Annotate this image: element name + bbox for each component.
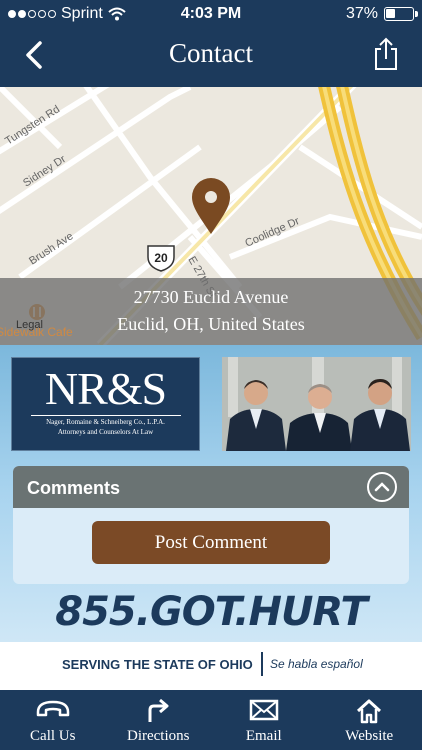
map-legal-link[interactable]: Legal: [16, 312, 43, 339]
tab-directions[interactable]: Directions: [106, 690, 212, 750]
battery-icon: [384, 7, 418, 21]
serving-banner: SERVING THE STATE OF OHIO Se habla españ…: [0, 642, 422, 690]
tab-label: Email: [245, 728, 282, 744]
tab-call-us[interactable]: Call Us: [0, 690, 106, 750]
battery-level: [386, 9, 395, 18]
tab-label: Website: [345, 728, 394, 744]
status-bar: Sprint 4:03 PM 37%: [0, 0, 422, 28]
content-area: NR&S Nager, Romaine & Schneiberg Co., L.…: [0, 345, 422, 642]
street-label: Brush Ave: [27, 230, 75, 267]
spanish-text: Se habla español: [270, 657, 363, 671]
location-map[interactable]: Tungsten Rd Sidney Dr Brush Ave Coolidge…: [0, 87, 422, 345]
app-header: Sprint 4:03 PM 37% Contact: [0, 0, 422, 87]
directions-arrow-icon: [148, 698, 169, 722]
logo-divider: [30, 415, 181, 416]
page-title: Contact: [169, 38, 253, 68]
comments-title: Comments: [27, 478, 121, 498]
comments-panel: Comments Post Comment: [13, 466, 409, 584]
attorneys-photo: [222, 357, 411, 451]
tab-label: Directions: [127, 728, 190, 744]
envelope-icon: [249, 699, 278, 721]
address-line-1: 27730 Euclid Avenue: [133, 287, 289, 307]
tab-email[interactable]: Email: [211, 690, 317, 750]
route-shield-number: 20: [154, 251, 168, 265]
battery-status: 37%: [345, 5, 418, 23]
serving-text: SERVING THE STATE OF OHIO: [62, 657, 253, 672]
bottom-tab-bar: Call Us Directions Email Website: [0, 690, 422, 750]
tab-website[interactable]: Website: [317, 690, 422, 750]
serving-divider: [261, 652, 263, 676]
battery-percent: 37%: [345, 5, 378, 22]
firm-logo: NR&S Nager, Romaine & Schneiberg Co., L.…: [11, 357, 200, 451]
home-icon: [357, 699, 382, 724]
logo-firm-name: Nager, Romaine & Schneiberg Co., L.P.A.: [46, 418, 165, 426]
phone-icon: [36, 700, 69, 717]
collapse-button[interactable]: [367, 472, 397, 502]
tab-label: Call Us: [30, 728, 76, 744]
comments-header[interactable]: Comments: [13, 466, 409, 508]
phone-number[interactable]: 855.GOT.HURT: [0, 589, 422, 635]
logo-tagline: Attorneys and Counselors At Law: [57, 428, 154, 436]
chevron-up-icon: [374, 482, 390, 492]
address-overlay: 27730 Euclid Avenue Euclid, OH, United S…: [0, 278, 422, 345]
share-icon[interactable]: [372, 36, 400, 72]
logo-text: NR&S: [44, 363, 167, 414]
post-comment-button[interactable]: Post Comment: [92, 521, 330, 564]
